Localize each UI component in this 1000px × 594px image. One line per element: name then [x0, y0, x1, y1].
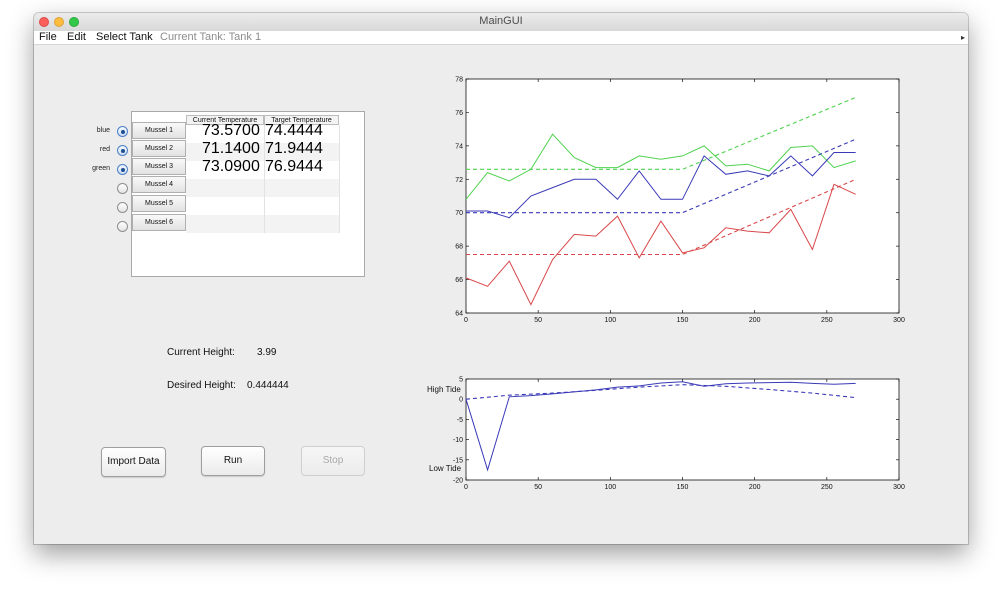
- desired-height-label: Desired Height:: [167, 380, 236, 391]
- current-height-label: Current Height:: [167, 347, 235, 358]
- tide-x-tick-label: 0: [464, 484, 468, 491]
- high-tide-label: High Tide: [427, 385, 461, 394]
- temp-x-tick-label: 300: [893, 317, 905, 324]
- tide-y-tick-label: 5: [459, 377, 463, 384]
- low-tide-label: Low Tide: [429, 464, 462, 473]
- radio-row-4: [84, 181, 128, 197]
- temp-y-tick-label: 66: [455, 277, 463, 284]
- menu-file[interactable]: File: [39, 31, 57, 44]
- temp-y-tick-label: 70: [455, 210, 463, 217]
- desired-height-value: 0.444444: [247, 380, 289, 391]
- run-button[interactable]: Run: [201, 446, 265, 476]
- toolbar-arrow-icon[interactable]: ▸: [961, 31, 965, 44]
- temp-x-tick-label: 150: [677, 317, 689, 324]
- tide-x-tick-label: 250: [821, 484, 833, 491]
- cell-current-temp[interactable]: [186, 194, 264, 212]
- stop-button[interactable]: Stop: [301, 446, 365, 476]
- cell-current-temp[interactable]: 73.5700: [186, 122, 264, 140]
- cell-current-temp[interactable]: 71.1400: [186, 140, 264, 158]
- temp-y-tick-label: 78: [455, 77, 463, 84]
- tide-x-tick-label: 100: [604, 484, 616, 491]
- temp-blue-dashed-line: [466, 138, 856, 214]
- temp-y-tick-label: 72: [455, 177, 463, 184]
- radio-green[interactable]: [117, 164, 128, 175]
- cell-current-temp[interactable]: [186, 176, 264, 194]
- temp-x-tick-label: 250: [821, 317, 833, 324]
- temp-x-tick-label: 200: [749, 317, 761, 324]
- menu-select-tank[interactable]: Select Tank: [96, 31, 153, 44]
- temp-red-dashed-line: [466, 178, 856, 256]
- tide-y-tick-label: -5: [457, 417, 463, 424]
- radio-red[interactable]: [117, 145, 128, 156]
- row-header-mussel-4[interactable]: Mussel 4: [132, 176, 186, 193]
- tide-x-tick-label: 200: [749, 484, 761, 491]
- radio-4[interactable]: [117, 183, 128, 194]
- tide-blue-solid-line: [465, 381, 856, 472]
- radio-row-1: blue: [84, 124, 128, 140]
- temp-red-solid-line: [465, 183, 856, 306]
- cell-target-temp[interactable]: 76.9444: [264, 158, 339, 176]
- radio-blue[interactable]: [117, 126, 128, 137]
- tide-y-tick-label: -10: [453, 437, 463, 444]
- cell-target-temp[interactable]: [264, 194, 339, 212]
- radio-row-5: [84, 200, 128, 216]
- tide-y-tick-label: -15: [453, 457, 463, 464]
- temp-y-tick-label: 76: [455, 110, 463, 117]
- main-window: MainGUI File Edit Select Tank Current Ta…: [34, 13, 968, 544]
- tide-chart: High Tide Low Tide 0 50 100 150 200 250 300-20…: [427, 377, 905, 492]
- row-header-mussel-3[interactable]: Mussel 3: [132, 158, 186, 175]
- radio-row-2: red: [84, 143, 128, 159]
- radio-label-red: red: [99, 146, 110, 153]
- cell-target-temp[interactable]: 71.9444: [264, 140, 339, 158]
- menu-edit[interactable]: Edit: [67, 31, 86, 44]
- cell-current-temp[interactable]: [186, 212, 264, 230]
- cell-current-temp[interactable]: 73.0900: [186, 158, 264, 176]
- current-tank-status: Current Tank: Tank 1: [160, 31, 262, 43]
- cell-target-temp[interactable]: 74.4444: [264, 122, 339, 140]
- tide-blue-dashed-line: [465, 384, 856, 400]
- window-title: MainGUI: [479, 15, 523, 27]
- temperature-plot-area: [465, 78, 900, 314]
- title-bar: MainGUI: [34, 13, 968, 32]
- tide-y-tick-label: -20: [453, 478, 463, 485]
- menu-bar: File Edit Select Tank Current Tank: Tank…: [34, 31, 968, 45]
- temperature-table: Current Temperature Target Temperature M…: [131, 111, 365, 277]
- cell-target-temp[interactable]: [264, 212, 339, 230]
- tide-y-tick-label: 0: [459, 397, 463, 404]
- row-header-mussel-5[interactable]: Mussel 5: [132, 195, 186, 212]
- temp-blue-solid-line: [466, 152, 856, 219]
- temp-green-solid-line: [465, 133, 856, 200]
- temp-x-tick-label: 100: [604, 317, 616, 324]
- radio-6[interactable]: [117, 221, 128, 232]
- temp-x-tick-label: 0: [464, 317, 468, 324]
- temp-x-tick-label: 50: [534, 317, 542, 324]
- temp-y-tick-label: 64: [455, 311, 463, 318]
- radio-row-3: green: [84, 162, 128, 178]
- import-data-button[interactable]: Import Data: [101, 447, 166, 477]
- temp-green-dashed-line: [466, 96, 856, 170]
- temp-y-tick-label: 68: [455, 244, 463, 251]
- tide-plot-area: [465, 378, 900, 481]
- tide-x-tick-label: 300: [893, 484, 905, 491]
- temp-y-tick-label: 74: [455, 143, 463, 150]
- tide-x-tick-label: 50: [534, 484, 542, 491]
- cell-target-temp[interactable]: [264, 176, 339, 194]
- current-height-value: 3.99: [257, 347, 277, 358]
- radio-label-green: green: [92, 165, 110, 172]
- temperature-chart: 0 50 100 150 200 250 300 64 66 68 70 72 74 76 78: [455, 77, 905, 325]
- row-header-mussel-6[interactable]: Mussel 6: [132, 214, 186, 231]
- radio-5[interactable]: [117, 202, 128, 213]
- radio-label-blue: blue: [96, 127, 110, 134]
- radio-row-6: [84, 219, 128, 235]
- row-header-mussel-1[interactable]: Mussel 1: [132, 122, 186, 139]
- row-header-mussel-2[interactable]: Mussel 2: [132, 140, 186, 157]
- tide-x-tick-label: 150: [677, 484, 689, 491]
- column-divider: [339, 125, 340, 233]
